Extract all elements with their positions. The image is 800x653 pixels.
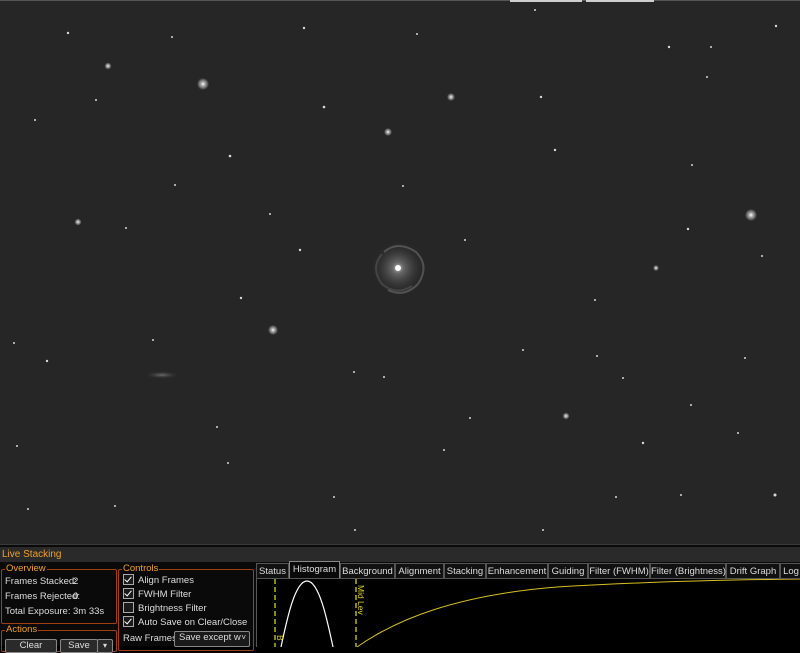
fwhm-filter-checkbox[interactable]: FWHM Filter: [123, 588, 192, 601]
tab-status[interactable]: Status: [256, 563, 289, 579]
star: [74, 218, 82, 226]
mid-level-label: Mid Lev: [356, 585, 366, 615]
tab-stacking[interactable]: Stacking: [444, 563, 486, 579]
star: [197, 78, 209, 90]
edge-on-galaxy: [144, 371, 180, 379]
tab-filter-fwhm[interactable]: Filter (FWHM): [588, 563, 650, 579]
stretch-curve: [356, 579, 800, 647]
checkbox-checked-icon: [123, 574, 134, 585]
auto-save-checkbox[interactable]: Auto Save on Clear/Close: [123, 616, 248, 629]
total-exposure-value: 3m 33s: [73, 606, 105, 617]
chevron-down-icon: ˅: [241, 633, 246, 642]
star-field: [13, 9, 778, 531]
chevron-down-icon: ▾: [102, 641, 107, 650]
clear-button[interactable]: Clear: [5, 639, 57, 653]
histogram-view[interactable]: Mid Lev B: [256, 578, 800, 647]
black-level-label: B: [275, 635, 285, 641]
total-exposure-label: Total Exposure:: [5, 606, 71, 617]
tab-drift-graph[interactable]: Drift Graph: [726, 563, 780, 579]
checkbox-unchecked-icon: [123, 602, 134, 613]
stacked-image-view[interactable]: [0, 0, 800, 544]
spiral-galaxy: [370, 240, 426, 296]
star: [653, 265, 659, 271]
tab-background[interactable]: Background: [340, 563, 395, 579]
tab-guiding[interactable]: Guiding: [548, 563, 588, 579]
frames-stacked-value: 2: [73, 576, 79, 587]
auto-save-label: Auto Save on Clear/Close: [138, 617, 248, 629]
star: [268, 325, 278, 335]
raw-frames-value: Save except w: [179, 632, 241, 643]
tab-log[interactable]: Log: [780, 563, 800, 579]
overview-group: Overview Frames Stacked: 2 Frames Reject…: [1, 563, 117, 624]
star: [104, 62, 112, 70]
brightness-filter-checkbox[interactable]: Brightness Filter: [123, 602, 207, 615]
frames-stacked-row: Frames Stacked: 2: [5, 576, 79, 587]
frames-rejected-label: Frames Rejected:: [5, 591, 80, 602]
tab-strip: Status Histogram Background Alignment St…: [256, 561, 800, 580]
panel-title: Live Stacking: [0, 547, 800, 562]
star: [384, 128, 392, 136]
fwhm-filter-label: FWHM Filter: [138, 589, 192, 601]
overview-legend: Overview: [5, 563, 47, 575]
save-button[interactable]: Save: [60, 639, 98, 653]
brightness-filter-label: Brightness Filter: [138, 603, 207, 615]
actions-group: Actions Clear Save ▾: [1, 624, 117, 653]
live-stacking-panel: Live Stacking Overview Frames Stacked: 2…: [0, 544, 800, 653]
total-exposure-row: Total Exposure: 3m 33s: [5, 606, 104, 617]
align-frames-checkbox[interactable]: Align Frames: [123, 574, 194, 587]
frames-rejected-value: 0: [73, 591, 79, 602]
histogram-curve: [280, 580, 334, 647]
raw-frames-label: Raw Frames: [123, 633, 177, 644]
save-dropdown-button[interactable]: ▾: [97, 639, 113, 653]
controls-group: Controls Align Frames FWHM Filter Bright…: [118, 563, 254, 651]
tab-enhancement[interactable]: Enhancement: [486, 563, 548, 579]
checkbox-checked-icon: [123, 588, 134, 599]
align-frames-label: Align Frames: [138, 575, 194, 587]
star: [562, 412, 570, 420]
frames-stacked-label: Frames Stacked:: [5, 576, 77, 587]
histogram-graph: [274, 579, 800, 647]
star: [745, 209, 757, 221]
checkbox-checked-icon: [123, 616, 134, 627]
star: [447, 93, 455, 101]
actions-legend: Actions: [5, 624, 39, 636]
frames-rejected-row: Frames Rejected: 0: [5, 591, 80, 602]
tab-alignment[interactable]: Alignment: [395, 563, 444, 579]
tab-filter-brightness[interactable]: Filter (Brightness): [650, 563, 726, 579]
